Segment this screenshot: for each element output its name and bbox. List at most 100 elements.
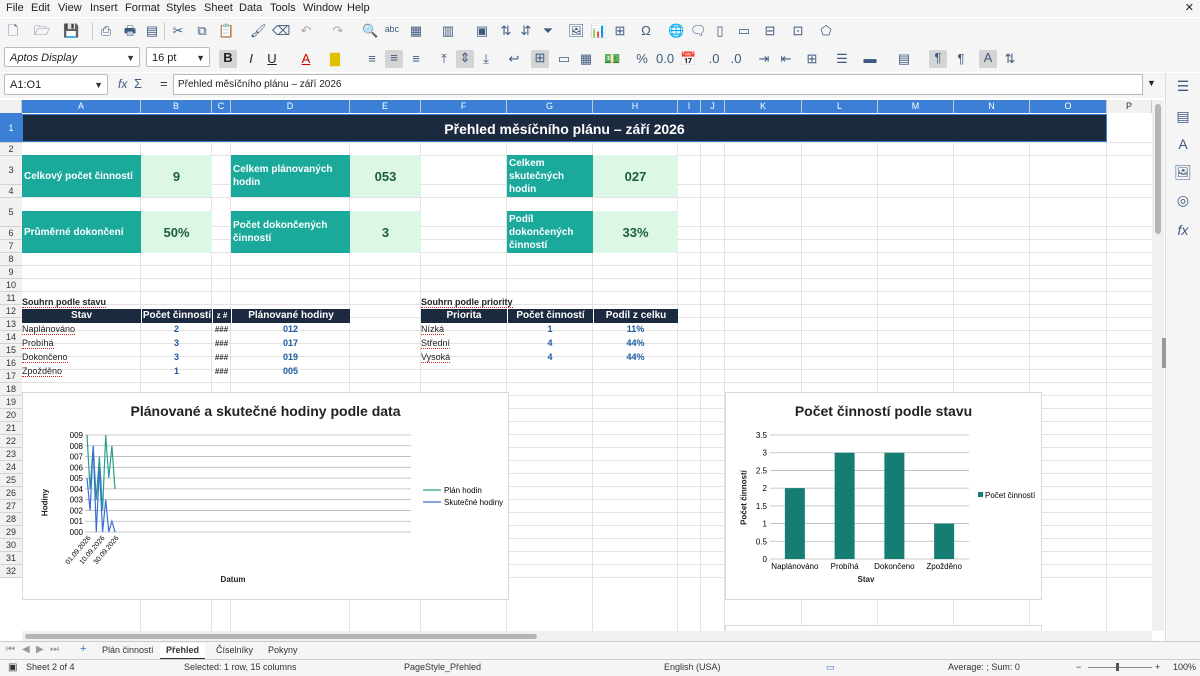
- column-header-p[interactable]: P: [1107, 100, 1152, 113]
- merge-cells-icon[interactable]: ▭: [556, 51, 572, 67]
- bar-chart[interactable]: Počet činností podle stavu 0 0.5 1 1.5 2 2.5 3…: [725, 392, 1042, 600]
- column-header-h[interactable]: H: [593, 100, 678, 113]
- row-header[interactable]: 19: [0, 396, 22, 409]
- column-header-l[interactable]: L: [802, 100, 878, 113]
- menu-sheet[interactable]: Sheet: [204, 2, 233, 14]
- vertical-scrollbar-thumb[interactable]: [1155, 104, 1161, 234]
- tab-prehled[interactable]: Přehled: [160, 643, 206, 660]
- row-header[interactable]: 17: [0, 370, 22, 383]
- align-left-icon[interactable]: ≡: [364, 51, 380, 67]
- zoom-slider[interactable]: [1088, 667, 1152, 668]
- open-folder-icon[interactable]: 🗁: [34, 23, 50, 39]
- column-header-d[interactable]: D: [231, 100, 350, 113]
- row-header[interactable]: 8: [0, 253, 22, 266]
- status-table-cell-state[interactable]: Dokončeno: [22, 351, 141, 364]
- priority-table-cell-count[interactable]: 1: [507, 323, 593, 336]
- row-header[interactable]: 29: [0, 526, 22, 539]
- status-table-cell-count[interactable]: 3: [141, 351, 212, 364]
- next-sheet-icon[interactable]: ▶: [36, 644, 44, 655]
- row-header[interactable]: 7: [0, 240, 22, 253]
- text-vertical-icon[interactable]: ⇅: [1002, 51, 1018, 67]
- column-header-k[interactable]: K: [725, 100, 802, 113]
- tab-pokyny[interactable]: Pokyny: [262, 643, 304, 658]
- row-header[interactable]: 20: [0, 409, 22, 422]
- row-header[interactable]: 26: [0, 487, 22, 500]
- name-box[interactable]: A1:O1 ▼: [4, 74, 108, 95]
- header-footer-icon[interactable]: ▯: [712, 23, 728, 39]
- headers-icon[interactable]: ▣: [474, 23, 490, 39]
- export-pdf-icon[interactable]: ⎙: [98, 23, 114, 39]
- status-table-cell-count[interactable]: 2: [141, 323, 212, 336]
- tab-plan-cinnosti[interactable]: Plán činností: [96, 643, 160, 658]
- define-print-area-icon[interactable]: ▭: [736, 23, 752, 39]
- font-name-dropdown[interactable]: Aptos Display ▼: [4, 47, 140, 67]
- menu-edit[interactable]: Edit: [31, 2, 50, 14]
- status-table-cell-share[interactable]: ###: [212, 337, 231, 350]
- row-icon[interactable]: ▦: [408, 23, 424, 39]
- comment-icon[interactable]: 🗨: [690, 23, 707, 39]
- row-header[interactable]: 11: [0, 292, 22, 305]
- column-header-g[interactable]: G: [507, 100, 593, 113]
- bold-icon[interactable]: B: [219, 50, 237, 68]
- hamburger-menu-icon[interactable]: ☰: [1174, 77, 1192, 95]
- pivot-table-icon[interactable]: ⊞: [612, 23, 628, 39]
- status-table-cell-state[interactable]: Naplánováno: [22, 323, 141, 336]
- styles-icon[interactable]: A: [1174, 135, 1192, 153]
- text-left-to-right-icon[interactable]: A: [979, 50, 997, 68]
- align-bottom-icon[interactable]: ⤓: [478, 51, 494, 67]
- sidebar-collapse-handle[interactable]: [1162, 338, 1166, 368]
- special-character-icon[interactable]: Ω: [638, 23, 654, 39]
- formula-input[interactable]: Přehled měsíčního plánu – září 2026: [173, 74, 1143, 95]
- priority-table-cell-share[interactable]: 44%: [593, 351, 678, 364]
- row-header[interactable]: 3: [0, 156, 22, 185]
- increase-indent-icon[interactable]: ⇥: [756, 51, 772, 67]
- zoom-slider-thumb[interactable]: [1116, 663, 1119, 671]
- row-header[interactable]: 22: [0, 435, 22, 448]
- copy-icon[interactable]: ⧉: [194, 23, 210, 39]
- row-header[interactable]: 4: [0, 185, 22, 198]
- status-table-cell-hours[interactable]: 017: [231, 337, 350, 350]
- text-direction-ltr-icon[interactable]: ¶: [929, 50, 947, 68]
- text-direction-rtl-icon[interactable]: ¶: [953, 51, 969, 67]
- align-center-icon[interactable]: ≡: [385, 50, 403, 68]
- status-table-cell-count[interactable]: 1: [141, 365, 212, 378]
- row-header[interactable]: 10: [0, 279, 22, 292]
- menu-file[interactable]: File: [6, 2, 24, 14]
- show-draw-functions-icon[interactable]: ⬠: [818, 23, 834, 39]
- align-top-icon[interactable]: ⤒: [436, 51, 452, 67]
- menu-format[interactable]: Format: [125, 2, 160, 14]
- properties-icon[interactable]: ▤: [1174, 107, 1192, 125]
- row-header[interactable]: 6: [0, 227, 22, 240]
- row-header[interactable]: 30: [0, 539, 22, 552]
- row-header[interactable]: 14: [0, 331, 22, 344]
- horizontal-scrollbar-thumb[interactable]: [25, 634, 537, 639]
- number-format-icon[interactable]: 0.0: [656, 51, 674, 67]
- functions-icon[interactable]: fx: [1174, 221, 1192, 239]
- priority-table-cell-priority[interactable]: Střední: [421, 337, 507, 350]
- column-header-c[interactable]: C: [212, 100, 231, 113]
- priority-table-cell-share[interactable]: 11%: [593, 323, 678, 336]
- row-header[interactable]: 23: [0, 448, 22, 461]
- row-header[interactable]: 1: [0, 113, 22, 143]
- font-color-icon[interactable]: A: [298, 51, 314, 67]
- merge-center-icon[interactable]: ⊞: [531, 50, 549, 68]
- zoom-level[interactable]: 100%: [1173, 662, 1196, 672]
- currency-format-icon[interactable]: 💵: [604, 51, 620, 67]
- clear-formatting-icon[interactable]: ⌫: [272, 23, 290, 39]
- row-header[interactable]: 31: [0, 552, 22, 565]
- menu-data[interactable]: Data: [239, 2, 262, 14]
- status-table-cell-share[interactable]: ###: [212, 323, 231, 336]
- insert-chart-icon[interactable]: 📊: [590, 23, 606, 39]
- row-header[interactable]: 32: [0, 565, 22, 578]
- print-preview-icon[interactable]: ▤: [144, 23, 160, 39]
- redo-icon[interactable]: ↷: [330, 23, 346, 39]
- status-table-cell-state[interactable]: Zpožděno: [22, 365, 141, 378]
- formula-icon[interactable]: =: [160, 76, 168, 91]
- wrap-text-icon[interactable]: ↩: [506, 51, 522, 67]
- row-header[interactable]: 25: [0, 474, 22, 487]
- italic-icon[interactable]: I: [243, 51, 259, 67]
- status-table-cell-hours[interactable]: 012: [231, 323, 350, 336]
- undo-icon[interactable]: ↶: [298, 23, 314, 39]
- percent-format-icon[interactable]: %: [634, 51, 650, 67]
- align-right-icon[interactable]: ≡: [408, 51, 424, 67]
